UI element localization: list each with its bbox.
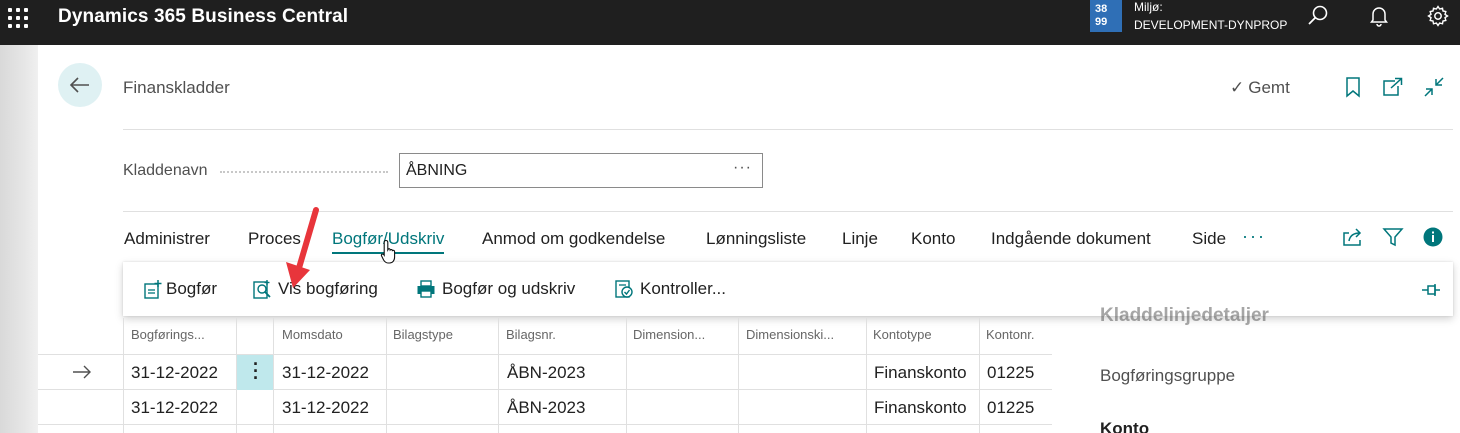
grid-line	[738, 318, 739, 433]
submenu-bogfor-og-udskriv[interactable]: Bogfør og udskriv	[442, 279, 575, 299]
column-header[interactable]: Kontonr.	[986, 327, 1034, 342]
annotation-arrow-icon	[286, 207, 319, 288]
action-konto[interactable]: Konto	[911, 229, 955, 249]
grid-line	[386, 318, 387, 433]
action-side[interactable]: Side	[1192, 229, 1226, 249]
gear-icon[interactable]	[1426, 4, 1450, 28]
action-lonningsliste[interactable]: Lønningsliste	[706, 229, 806, 249]
more-actions-button[interactable]: ···	[1242, 226, 1266, 247]
table-cell[interactable]: 31-12-2022	[131, 363, 218, 383]
pin-icon[interactable]	[1421, 280, 1441, 300]
submenu-kontroller[interactable]: Kontroller...	[640, 279, 726, 299]
env-label-value: DEVELOPMENT-DYNPROP	[1134, 18, 1288, 32]
column-header[interactable]: Kontotype	[873, 327, 932, 342]
left-gutter	[0, 45, 38, 433]
check-icon: ✓	[1230, 78, 1245, 97]
factbox-konto: Konto	[1100, 419, 1150, 433]
env-badge-bottom: 99	[1095, 16, 1108, 28]
grid-line	[123, 318, 124, 433]
saved-status: ✓ Gemt	[1230, 78, 1290, 98]
table-cell[interactable]: 31-12-2022	[282, 398, 369, 418]
field-leader-dots	[220, 171, 388, 173]
kladdenavn-label: Kladdenavn	[123, 162, 208, 179]
column-header[interactable]: Dimension...	[633, 327, 705, 342]
preview-posting-icon	[253, 280, 271, 299]
column-header[interactable]: Dimensionski...	[746, 327, 834, 342]
env-label-caption: Miljø:	[1134, 0, 1163, 14]
bookmark-icon[interactable]	[1342, 76, 1364, 98]
column-header[interactable]: Momsdato	[282, 327, 343, 342]
table-cell[interactable]: 01225	[987, 363, 1034, 383]
filter-icon[interactable]	[1382, 226, 1404, 248]
grid-line	[979, 318, 980, 433]
open-new-window-icon[interactable]	[1381, 76, 1403, 98]
environment-label: Miljø: DEVELOPMENT-DYNPROP	[1134, 0, 1287, 33]
header-divider	[123, 129, 1453, 130]
page-title: Finanskladder	[123, 78, 230, 97]
search-icon[interactable]	[1306, 4, 1330, 28]
column-header[interactable]: Bilagsnr.	[506, 327, 556, 342]
row-actions-button[interactable]: · · ·	[237, 355, 273, 390]
table-cell[interactable]: Finanskonto	[874, 398, 967, 418]
column-header[interactable]: Bogførings...	[131, 327, 205, 342]
app-title[interactable]: Dynamics 365 Business Central	[58, 6, 348, 28]
grid-line	[38, 354, 1052, 355]
action-linje[interactable]: Linje	[842, 229, 878, 249]
grid-line	[38, 389, 1052, 390]
grid-line	[866, 318, 867, 433]
action-indgaaende-dokument[interactable]: Indgående dokument	[991, 229, 1151, 249]
grid-line	[626, 318, 627, 433]
column-header[interactable]: Bilagstype	[393, 327, 453, 342]
kladdenavn-input[interactable]: ÅBNING ···	[399, 153, 763, 188]
factbox-bogforingsgruppe: Bogføringsgruppe	[1100, 366, 1236, 385]
waffle-icon[interactable]	[8, 8, 30, 30]
share-icon[interactable]	[1341, 226, 1363, 248]
env-badge-top: 38	[1095, 3, 1108, 15]
table-cell[interactable]: 31-12-2022	[282, 363, 369, 383]
bell-icon[interactable]	[1367, 4, 1391, 28]
kladdenavn-value: ÅBNING	[406, 162, 468, 179]
grid-line	[38, 424, 1052, 425]
table-cell[interactable]: 31-12-2022	[131, 398, 218, 418]
hand-cursor-icon	[380, 239, 396, 264]
current-row-arrow-icon	[73, 365, 91, 379]
table-cell[interactable]: 01225	[987, 398, 1034, 418]
check-icon	[615, 280, 633, 298]
print-icon	[417, 280, 435, 298]
grid-line	[273, 318, 274, 433]
saved-label: Gemt	[1248, 78, 1290, 97]
app-bar: Dynamics 365 Business Central 38 99 Milj…	[0, 0, 1460, 45]
grid-line	[498, 318, 499, 433]
environment-badge: 38 99	[1090, 0, 1122, 32]
action-administrer[interactable]: Administrer	[124, 229, 210, 249]
collapse-icon[interactable]	[1423, 76, 1445, 98]
post-icon	[144, 280, 162, 299]
table-cell[interactable]: ÅBN-2023	[507, 363, 585, 383]
submenu-bogfor[interactable]: Bogfør	[166, 279, 217, 299]
lookup-button[interactable]: ···	[733, 159, 752, 177]
factbox-title: Kladdelinjedetaljer	[1100, 305, 1269, 326]
arrow-left-icon	[69, 77, 89, 93]
info-icon[interactable]	[1422, 226, 1444, 248]
table-cell[interactable]: Finanskonto	[874, 363, 967, 383]
action-anmod-om-godkendelse[interactable]: Anmod om godkendelse	[482, 229, 665, 249]
back-button[interactable]	[58, 63, 102, 107]
table-cell[interactable]: ÅBN-2023	[507, 398, 585, 418]
